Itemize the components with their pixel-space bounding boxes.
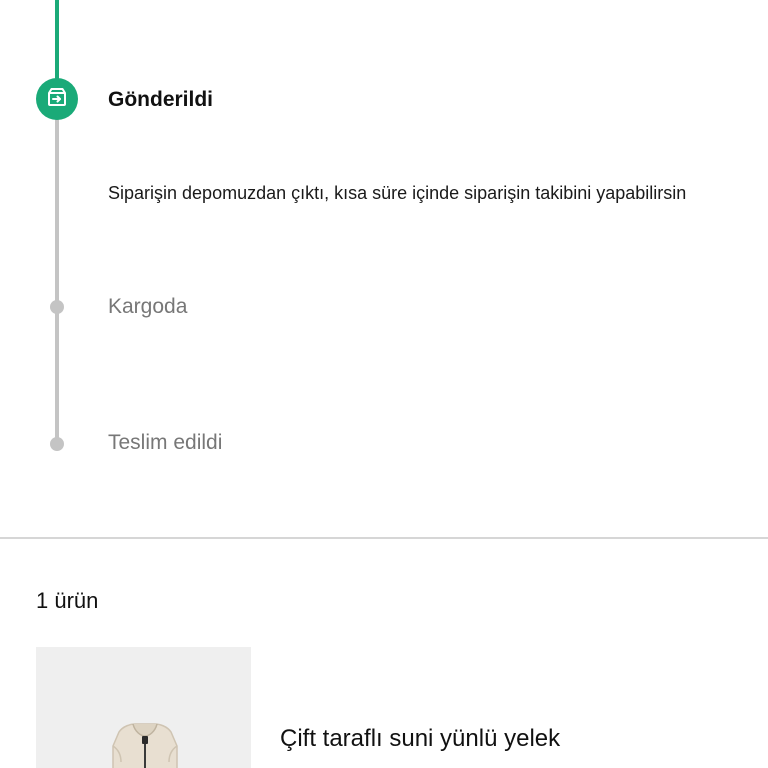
step-dot-in-transit bbox=[50, 300, 64, 314]
package-icon bbox=[46, 86, 68, 113]
section-divider bbox=[0, 537, 768, 539]
step-dot-delivered bbox=[50, 437, 64, 451]
timeline-progress-line bbox=[55, 0, 59, 82]
step-title-in-transit: Kargoda bbox=[108, 295, 188, 318]
vest-image bbox=[105, 722, 185, 768]
shipped-step-icon bbox=[36, 78, 78, 120]
timeline-pending-line bbox=[55, 118, 59, 444]
step-description-shipped: Siparişin depomuzdan çıktı, kısa süre iç… bbox=[108, 183, 687, 203]
order-tracking-page: Gönderildi Siparişin depomuzdan çıktı, k… bbox=[0, 0, 768, 768]
step-title-delivered: Teslim edildi bbox=[108, 431, 223, 454]
product-thumbnail[interactable] bbox=[36, 647, 251, 768]
items-count-label: 1 ürün bbox=[36, 588, 99, 613]
step-title-shipped: Gönderildi bbox=[108, 88, 213, 111]
product-name[interactable]: Çift taraflı suni yünlü yelek bbox=[280, 724, 560, 754]
